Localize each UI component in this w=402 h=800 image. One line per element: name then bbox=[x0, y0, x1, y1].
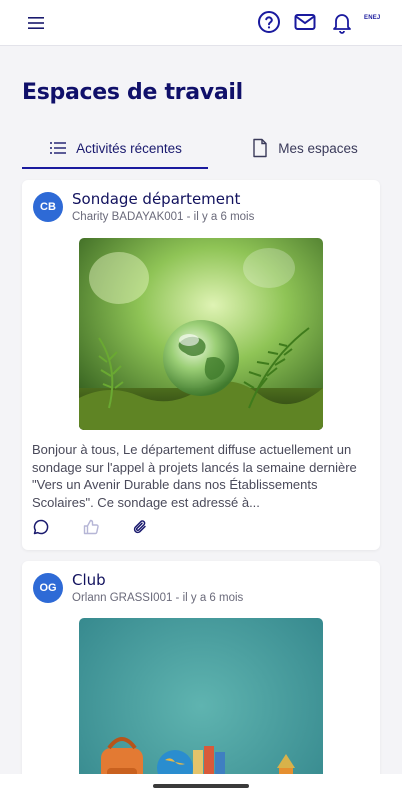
top-app-bar: ENEJ bbox=[0, 0, 402, 46]
post-excerpt[interactable]: Bonjour à tous, Le département diffuse a… bbox=[32, 441, 372, 511]
post-image-school[interactable] bbox=[79, 618, 323, 800]
avatar: OG bbox=[33, 573, 63, 603]
home-indicator[interactable] bbox=[153, 784, 249, 788]
post-title[interactable]: Club bbox=[72, 571, 106, 589]
tab-my-spaces[interactable]: Mes espaces bbox=[228, 128, 380, 168]
post-image-globe[interactable] bbox=[79, 238, 323, 430]
comment-icon[interactable] bbox=[32, 518, 50, 536]
tab-bar: Activités récentes Mes espaces bbox=[22, 128, 380, 170]
document-icon bbox=[253, 138, 267, 158]
page-title: Espaces de travail bbox=[22, 80, 243, 105]
tab-label: Mes espaces bbox=[278, 140, 358, 156]
mail-icon[interactable] bbox=[293, 10, 317, 34]
tab-label: Activités récentes bbox=[76, 140, 182, 156]
post-title[interactable]: Sondage département bbox=[72, 190, 240, 208]
activity-card[interactable]: CB Sondage département Charity BADAYAK00… bbox=[22, 180, 380, 550]
post-meta: Orlann GRASSI001 - il y a 6 mois bbox=[72, 592, 244, 604]
brand-logo[interactable]: ENEJ bbox=[364, 15, 380, 21]
list-icon bbox=[50, 142, 67, 154]
home-indicator-area bbox=[0, 774, 402, 800]
attachment-icon[interactable] bbox=[132, 518, 150, 536]
like-icon[interactable] bbox=[82, 518, 100, 536]
hamburger-icon[interactable] bbox=[26, 13, 46, 33]
help-circle-icon[interactable] bbox=[257, 10, 281, 34]
post-meta: Charity BADAYAK001 - il y a 6 mois bbox=[72, 211, 255, 223]
avatar: CB bbox=[33, 192, 63, 222]
tab-recent-activities[interactable]: Activités récentes bbox=[22, 128, 208, 168]
bell-icon[interactable] bbox=[330, 10, 354, 34]
active-tab-indicator bbox=[22, 167, 208, 169]
activity-card[interactable]: OG Club Orlann GRASSI001 - il y a 6 mois bbox=[22, 561, 380, 800]
